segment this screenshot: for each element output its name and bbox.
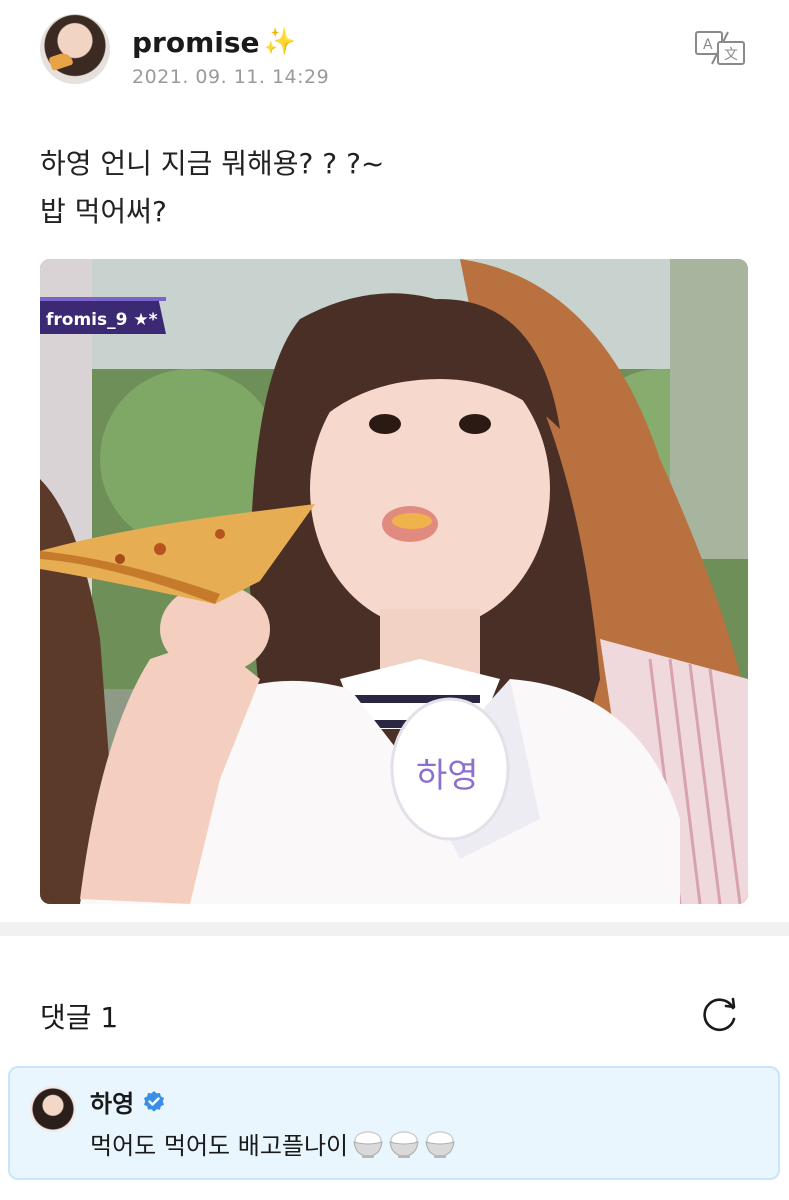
post-header: promise ✨ 2021. 09. 11. 14:29 A 文 <box>40 14 750 88</box>
author-avatar[interactable] <box>40 14 110 84</box>
post-text: 하영 언니 지금 뭐해용? ? ?~ 밥 먹어써? <box>40 140 740 236</box>
section-divider <box>0 922 789 936</box>
author-username[interactable]: promise <box>132 26 260 59</box>
comment-item[interactable]: 하영 먹어도 먹어도 배고플나이 <box>8 1066 780 1180</box>
svg-text:A: A <box>703 37 713 53</box>
rice-bowl-icon <box>353 1130 383 1158</box>
name-badge-text: 하영 <box>416 756 479 796</box>
post-text-line: 하영 언니 지금 뭐해용? ? ?~ <box>40 147 385 180</box>
sparkles-icon: ✨ <box>263 27 296 57</box>
username-row: promise ✨ <box>132 24 296 60</box>
comment-body: 먹어도 먹어도 배고플나이 <box>90 1132 349 1160</box>
rice-bowl-icon <box>425 1130 455 1158</box>
photo-overlay-tag: fromis_9 ★* <box>46 310 158 330</box>
verified-badge-icon <box>144 1090 165 1112</box>
commenter-avatar[interactable] <box>30 1086 76 1132</box>
photo-girl-eating-pizza-icon: 하영 fromis_9 ★* <box>40 259 748 904</box>
svg-text:文: 文 <box>724 47 738 63</box>
comments-count-title: 댓글 1 <box>40 1001 119 1034</box>
post-page: promise ✨ 2021. 09. 11. 14:29 A 文 하영 언니 … <box>0 0 789 1200</box>
comment-text: 먹어도 먹어도 배고플나이 <box>90 1126 456 1161</box>
post-text-line: 밥 먹어써? <box>40 195 167 228</box>
refresh-icon[interactable] <box>700 994 740 1034</box>
comment-author-row: 하영 <box>90 1084 166 1119</box>
post-timestamp: 2021. 09. 11. 14:29 <box>132 66 330 88</box>
comment-author-name[interactable]: 하영 <box>90 1084 134 1119</box>
post-photo[interactable]: 하영 fromis_9 ★* <box>40 259 748 904</box>
translate-icon[interactable]: A 文 <box>694 28 746 68</box>
rice-bowl-icon <box>389 1130 419 1158</box>
